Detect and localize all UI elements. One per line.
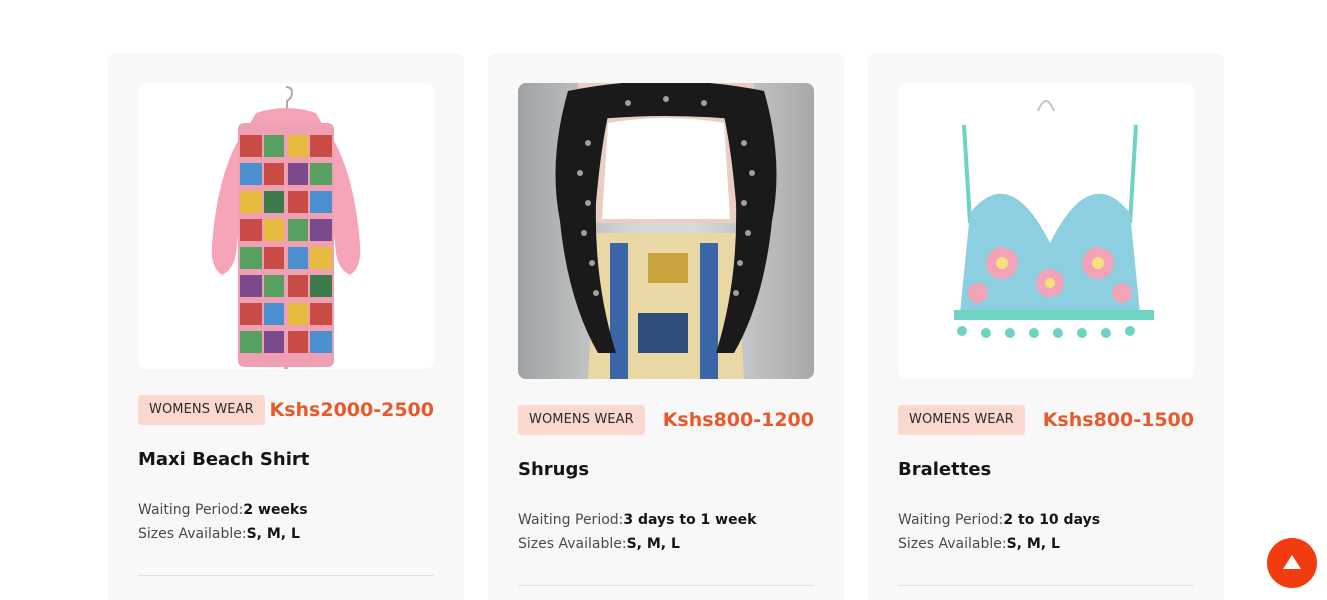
waiting-period-label: Waiting Period: [518, 512, 624, 528]
cardigan-illustration [138, 83, 434, 369]
product-price: Kshs2000-2500 [269, 399, 434, 421]
waiting-period-line: Waiting Period:2 weeks [138, 498, 308, 522]
sizes-line: Sizes Available:S, M, L [138, 522, 308, 546]
product-card[interactable]: WOMENS WEAR Kshs800-1200 Shrugs Waiting … [488, 53, 844, 600]
sizes-label: Sizes Available: [518, 536, 627, 552]
product-price: Kshs800-1500 [1042, 409, 1194, 431]
waiting-period-value: 2 to 10 days [1003, 512, 1101, 528]
product-card[interactable]: WOMENS WEAR Kshs2000-2500 Maxi Beach Shi… [108, 53, 464, 600]
product-meta: WOMENS WEAR Kshs800-1500 [898, 404, 1194, 436]
card-divider [138, 575, 434, 576]
category-badge[interactable]: WOMENS WEAR [518, 405, 645, 435]
product-title[interactable]: Shrugs [518, 459, 589, 480]
sizes-line: Sizes Available:S, M, L [518, 532, 756, 556]
product-meta: WOMENS WEAR Kshs2000-2500 [138, 394, 434, 426]
product-details: Waiting Period:2 to 10 days Sizes Availa… [898, 508, 1100, 556]
shrug-illustration [555, 83, 777, 379]
product-image[interactable] [138, 83, 434, 369]
product-grid: WOMENS WEAR Kshs2000-2500 Maxi Beach Shi… [0, 0, 1327, 600]
product-details: Waiting Period:2 weeks Sizes Available:S… [138, 498, 308, 546]
sizes-value: S, M, L [1006, 536, 1060, 552]
product-card[interactable]: WOMENS WEAR Kshs800-1500 Bralettes Waiti… [868, 53, 1224, 600]
sizes-line: Sizes Available:S, M, L [898, 532, 1100, 556]
product-price: Kshs800-1200 [662, 409, 814, 431]
waiting-period-line: Waiting Period:3 days to 1 week [518, 508, 756, 532]
arrow-up-icon [1283, 555, 1301, 569]
scroll-to-top-button[interactable] [1267, 538, 1317, 588]
sizes-value: S, M, L [626, 536, 680, 552]
card-divider [898, 585, 1194, 586]
product-image[interactable] [518, 83, 814, 379]
waiting-period-value: 3 days to 1 week [623, 512, 757, 528]
product-title[interactable]: Maxi Beach Shirt [138, 449, 309, 470]
product-meta: WOMENS WEAR Kshs800-1200 [518, 404, 814, 436]
product-details: Waiting Period:3 days to 1 week Sizes Av… [518, 508, 756, 556]
category-badge[interactable]: WOMENS WEAR [898, 405, 1025, 435]
waiting-period-line: Waiting Period:2 to 10 days [898, 508, 1100, 532]
waiting-period-value: 2 weeks [243, 502, 308, 518]
sizes-label: Sizes Available: [138, 526, 247, 542]
bralette-illustration [898, 83, 1194, 379]
sizes-label: Sizes Available: [898, 536, 1007, 552]
product-image[interactable] [898, 83, 1194, 379]
category-badge[interactable]: WOMENS WEAR [138, 395, 265, 425]
sizes-value: S, M, L [246, 526, 300, 542]
card-divider [518, 585, 814, 586]
product-title[interactable]: Bralettes [898, 459, 991, 480]
waiting-period-label: Waiting Period: [138, 502, 244, 518]
waiting-period-label: Waiting Period: [898, 512, 1004, 528]
